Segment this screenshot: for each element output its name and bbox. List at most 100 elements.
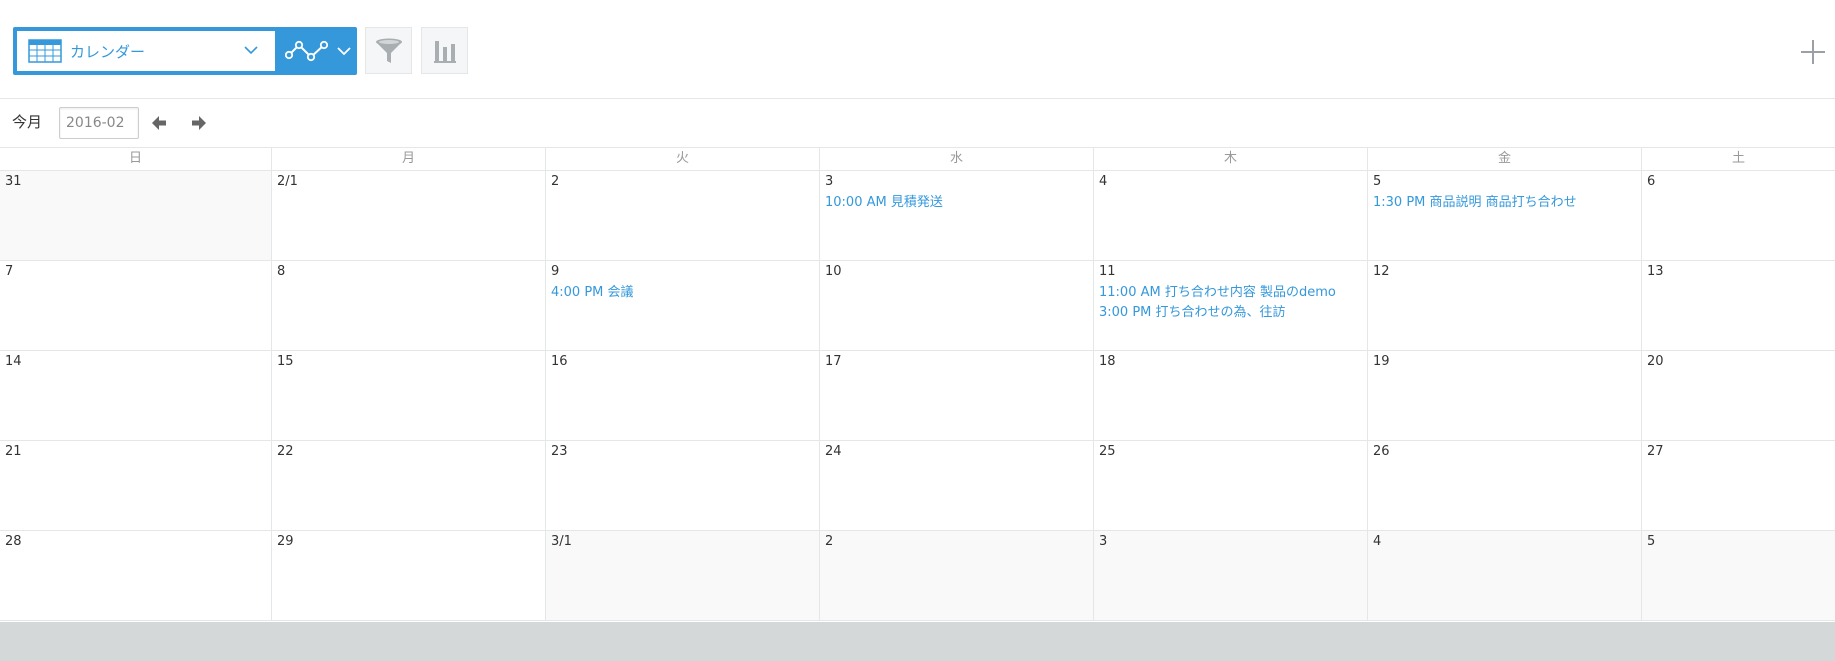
day-number: 20: [1647, 354, 1664, 369]
day-number: 3: [825, 174, 834, 189]
day-cell[interactable]: 28: [0, 531, 272, 620]
day-number: 29: [277, 534, 294, 549]
day-cell[interactable]: 2: [820, 531, 1094, 620]
day-number: 15: [277, 354, 294, 369]
plus-icon[interactable]: [1799, 38, 1827, 66]
day-number: 4: [1373, 534, 1382, 549]
day-cell[interactable]: 4: [1094, 171, 1368, 260]
chart-button[interactable]: [421, 27, 468, 74]
day-cell[interactable]: 9 4:00 PM 会議: [546, 261, 820, 350]
calendar-event[interactable]: 1:30 PM 商品説明 商品打ち合わせ: [1373, 193, 1637, 213]
day-number: 8: [277, 264, 286, 279]
day-number: 5: [1647, 534, 1656, 549]
day-cell[interactable]: 20: [1642, 351, 1835, 440]
day-cell[interactable]: 12: [1368, 261, 1642, 350]
calendar-event[interactable]: 10:00 AM 見積発送: [825, 193, 1089, 213]
day-cell[interactable]: 25: [1094, 441, 1368, 530]
day-cell[interactable]: 19: [1368, 351, 1642, 440]
day-number: 11: [1099, 264, 1116, 279]
day-cell[interactable]: 5: [1642, 531, 1835, 620]
day-cell[interactable]: 18: [1094, 351, 1368, 440]
day-number: 2: [825, 534, 834, 549]
week-row: 7 8 9 4:00 PM 会議 10 11 11:00 AM 打ち合わせ内容 製品のdem…: [0, 261, 1835, 351]
calendar-event[interactable]: 4:00 PM 会議: [551, 283, 815, 303]
day-number: 3/1: [551, 534, 572, 549]
chevron-down-icon: [337, 47, 351, 56]
week-row: 14 15 16 17 18 19 20: [0, 351, 1835, 441]
month-input[interactable]: [59, 107, 139, 139]
day-number: 21: [5, 444, 22, 459]
day-cell[interactable]: 3 10:00 AM 見積発送: [820, 171, 1094, 260]
weekday-header: 火: [546, 148, 820, 170]
arrow-left-icon[interactable]: [149, 113, 169, 133]
day-cell[interactable]: 3/1: [546, 531, 820, 620]
day-cell[interactable]: 26: [1368, 441, 1642, 530]
day-cell[interactable]: 3: [1094, 531, 1368, 620]
day-number: 7: [5, 264, 14, 279]
calendar-weeks: 31 2/1 2 3 10:00 AM 見積発送 4 5 1:30 PM 商品説明 商品打ち合…: [0, 171, 1835, 621]
day-cell[interactable]: 13: [1642, 261, 1835, 350]
day-number: 14: [5, 354, 22, 369]
view-selector-group: カレンダー: [13, 27, 357, 75]
week-row: 28 29 3/1 2 3 4 5: [0, 531, 1835, 621]
day-number: 26: [1373, 444, 1390, 459]
view-toolbar: カレンダー: [0, 0, 1835, 99]
weekday-header: 土: [1731, 151, 1745, 166]
arrow-right-icon[interactable]: [189, 113, 209, 133]
day-cell[interactable]: 6: [1642, 171, 1835, 260]
day-cell[interactable]: 5 1:30 PM 商品説明 商品打ち合わせ: [1368, 171, 1642, 260]
weekday-header: 日: [0, 148, 272, 170]
calendar-grid: 日月火水木金土 31 2/1 2 3 10:00 AM 見積発送 4 5 1:30 PM 商品…: [0, 147, 1835, 621]
calendar-nav: 今月: [0, 99, 1835, 147]
event-list: 1:30 PM 商品説明 商品打ち合わせ: [1373, 193, 1637, 213]
event-list: 4:00 PM 会議: [551, 283, 815, 303]
event-list: 10:00 AM 見積発送: [825, 193, 1089, 213]
day-cell[interactable]: 8: [272, 261, 546, 350]
footer-band: [0, 622, 1835, 661]
day-number: 19: [1373, 354, 1390, 369]
day-number: 24: [825, 444, 842, 459]
day-number: 25: [1099, 444, 1116, 459]
day-cell[interactable]: 2/1: [272, 171, 546, 260]
filter-button[interactable]: [365, 27, 412, 74]
day-cell[interactable]: 2: [546, 171, 820, 260]
day-cell[interactable]: 11 11:00 AM 打ち合わせ内容 製品のdemo 3:00 PM 打ち合わせの…: [1094, 261, 1368, 350]
day-cell[interactable]: 31: [0, 171, 272, 260]
view-select-dropdown[interactable]: カレンダー: [17, 31, 275, 71]
day-number: 9: [551, 264, 560, 279]
day-cell[interactable]: 27: [1642, 441, 1835, 530]
today-button[interactable]: 今月: [12, 111, 42, 132]
day-cell[interactable]: 15: [272, 351, 546, 440]
day-cell[interactable]: 10: [820, 261, 1094, 350]
graph-menu-button[interactable]: [275, 27, 357, 75]
day-cell[interactable]: 17: [820, 351, 1094, 440]
day-cell[interactable]: 29: [272, 531, 546, 620]
day-cell[interactable]: 14: [0, 351, 272, 440]
week-row: 21 22 23 24 25 26 27: [0, 441, 1835, 531]
day-cell[interactable]: 4: [1368, 531, 1642, 620]
day-cell[interactable]: 21: [0, 441, 272, 530]
day-number: 27: [1647, 444, 1664, 459]
day-number: 6: [1647, 174, 1656, 189]
day-cell[interactable]: 7: [0, 261, 272, 350]
event-list: 11:00 AM 打ち合わせ内容 製品のdemo 3:00 PM 打ち合わせの為、…: [1099, 283, 1363, 323]
day-number: 12: [1373, 264, 1390, 279]
day-number: 13: [1647, 264, 1664, 279]
day-number: 31: [5, 174, 22, 189]
calendar-event[interactable]: 3:00 PM 打ち合わせの為、往訪: [1099, 303, 1363, 323]
view-select-label: カレンダー: [70, 43, 146, 61]
day-number: 4: [1099, 174, 1108, 189]
day-cell[interactable]: 22: [272, 441, 546, 530]
day-number: 2: [551, 174, 560, 189]
chevron-down-icon: [244, 46, 258, 55]
day-number: 2/1: [277, 174, 298, 189]
graph-icon: [285, 40, 329, 62]
day-number: 5: [1373, 174, 1382, 189]
day-cell[interactable]: 16: [546, 351, 820, 440]
day-cell[interactable]: 23: [546, 441, 820, 530]
day-cell[interactable]: 24: [820, 441, 1094, 530]
weekday-header: 月: [272, 148, 546, 170]
day-number: 23: [551, 444, 568, 459]
day-number: 28: [5, 534, 22, 549]
calendar-event[interactable]: 11:00 AM 打ち合わせ内容 製品のdemo: [1099, 283, 1363, 303]
